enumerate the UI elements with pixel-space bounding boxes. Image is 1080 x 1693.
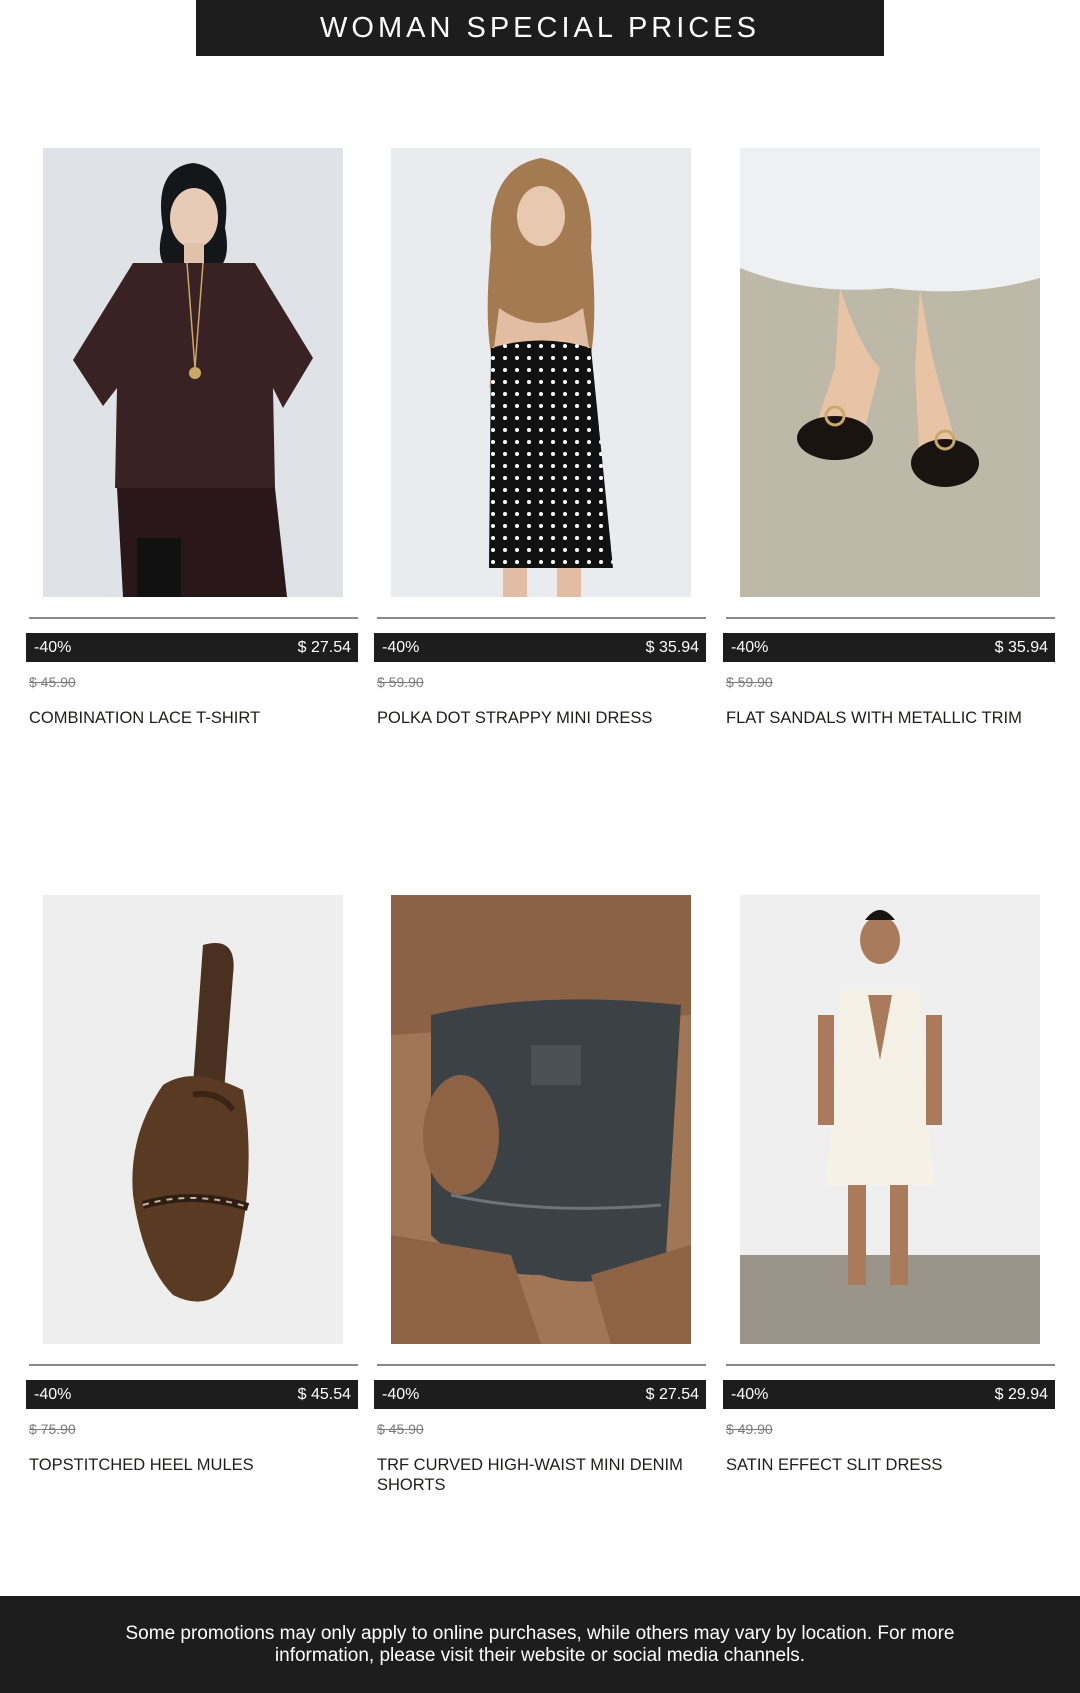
original-price: $ 59.90 [377, 674, 424, 690]
price-bar: -40% $ 35.94 [374, 633, 706, 662]
divider [377, 1364, 706, 1366]
feet-in-flat-sandals-photo[interactable] [740, 148, 1040, 597]
discount-badge: -40% [34, 1385, 72, 1403]
divider [29, 1364, 358, 1366]
page-title-banner: WOMAN SPECIAL PRICES [196, 0, 884, 56]
sale-price: $ 35.94 [645, 638, 699, 656]
denim-shorts-closeup-photo[interactable] [391, 895, 691, 1344]
discount-badge: -40% [731, 1385, 769, 1403]
product-name[interactable]: FLAT SANDALS WITH METALLIC TRIM [726, 708, 1046, 728]
page-title: WOMAN SPECIAL PRICES [320, 11, 760, 44]
promotion-disclaimer: Some promotions may only apply to online… [0, 1596, 1080, 1693]
discount-badge: -40% [382, 1385, 420, 1403]
product-name[interactable]: SATIN EFFECT SLIT DRESS [726, 1455, 1046, 1475]
price-bar: -40% $ 27.54 [26, 633, 358, 662]
product-name[interactable]: COMBINATION LACE T-SHIRT [29, 708, 349, 728]
divider [726, 617, 1055, 619]
original-price: $ 45.90 [377, 1421, 424, 1437]
original-price: $ 49.90 [726, 1421, 773, 1437]
product-name[interactable]: TRF CURVED HIGH-WAIST MINI DENIM SHORTS [377, 1455, 697, 1495]
product-name[interactable]: TOPSTITCHED HEEL MULES [29, 1455, 349, 1475]
price-bar: -40% $ 35.94 [723, 633, 1055, 662]
divider [726, 1364, 1055, 1366]
discount-badge: -40% [34, 638, 72, 656]
original-price: $ 75.90 [29, 1421, 76, 1437]
price-bar: -40% $ 27.54 [374, 1380, 706, 1409]
sale-price: $ 27.54 [645, 1385, 699, 1403]
disclaimer-text: Some promotions may only apply to online… [125, 1622, 955, 1666]
discount-badge: -40% [382, 638, 420, 656]
woman-in-oversized-tshirt-photo[interactable] [43, 148, 343, 597]
sale-price: $ 45.54 [297, 1385, 351, 1403]
woman-in-satin-dress-photo[interactable] [740, 895, 1040, 1344]
price-bar: -40% $ 29.94 [723, 1380, 1055, 1409]
divider [29, 617, 358, 619]
price-bar: -40% $ 45.54 [26, 1380, 358, 1409]
discount-badge: -40% [731, 638, 769, 656]
brown-heel-mule-photo[interactable] [43, 895, 343, 1344]
original-price: $ 59.90 [726, 674, 773, 690]
sale-price: $ 29.94 [994, 1385, 1048, 1403]
divider [377, 617, 706, 619]
product-name[interactable]: POLKA DOT STRAPPY MINI DRESS [377, 708, 697, 728]
woman-in-polka-dot-dress-photo[interactable] [391, 148, 691, 597]
original-price: $ 45.90 [29, 674, 76, 690]
sale-price: $ 27.54 [297, 638, 351, 656]
sale-price: $ 35.94 [994, 638, 1048, 656]
